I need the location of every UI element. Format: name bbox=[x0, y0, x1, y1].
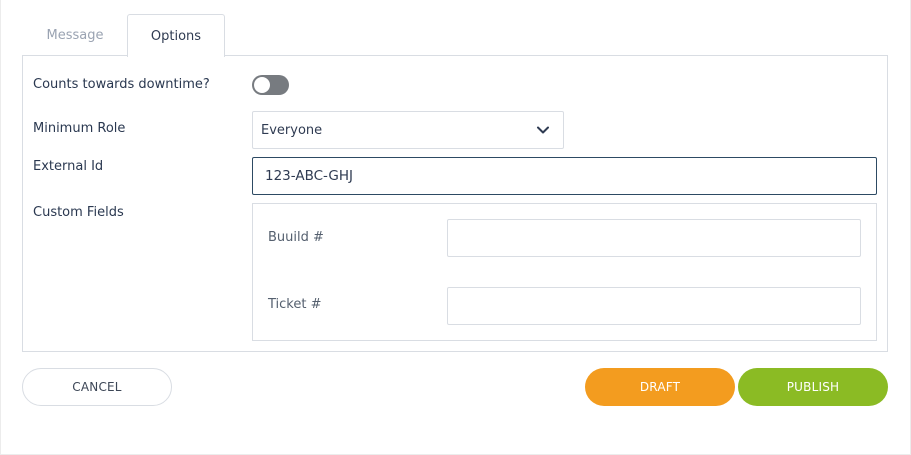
minimum-role-label: Minimum Role bbox=[33, 121, 126, 136]
toggle-knob bbox=[254, 77, 270, 93]
external-id-label: External Id bbox=[33, 159, 104, 174]
ticket-number-input[interactable] bbox=[447, 287, 861, 325]
minimum-role-select[interactable]: Everyone bbox=[252, 111, 564, 149]
external-id-value: 123-ABC-GHJ bbox=[265, 168, 353, 184]
external-id-input[interactable]: 123-ABC-GHJ bbox=[252, 157, 877, 195]
custom-fields-label: Custom Fields bbox=[33, 205, 124, 220]
downtime-toggle[interactable] bbox=[252, 75, 289, 95]
tab-message[interactable]: Message bbox=[22, 14, 128, 56]
draft-button[interactable]: DRAFT bbox=[585, 368, 735, 406]
build-number-label: Buuild # bbox=[268, 230, 324, 245]
tab-options[interactable]: Options bbox=[127, 14, 225, 57]
build-number-input[interactable] bbox=[447, 219, 861, 257]
minimum-role-value: Everyone bbox=[261, 122, 323, 138]
publish-button[interactable]: PUBLISH bbox=[738, 368, 888, 406]
chevron-down-icon bbox=[537, 126, 549, 134]
downtime-label: Counts towards downtime? bbox=[33, 77, 210, 92]
cancel-button[interactable]: CANCEL bbox=[22, 368, 172, 406]
ticket-number-label: Ticket # bbox=[268, 297, 322, 312]
